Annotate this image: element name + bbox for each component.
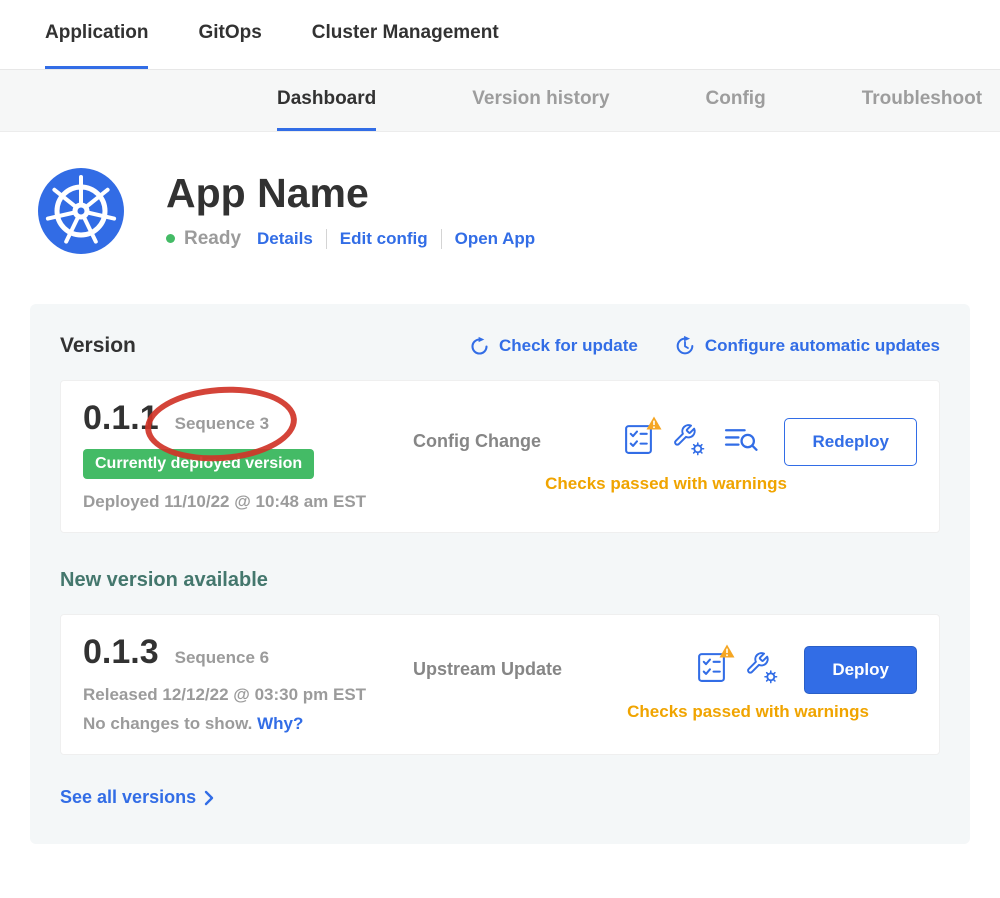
version-line: 0.1.1 Sequence 3 xyxy=(83,399,413,438)
tab-label: Version history xyxy=(472,88,609,110)
current-version-sequence: Sequence 3 xyxy=(175,414,270,434)
new-version-sequence: Sequence 6 xyxy=(175,648,270,668)
deploy-button[interactable]: Deploy xyxy=(804,646,917,694)
no-changes-label: No changes to show. xyxy=(83,714,252,733)
version-source-label: Config Change xyxy=(413,431,541,452)
sub-nav: Dashboard Version history Config Trouble… xyxy=(0,70,1000,132)
open-app-link[interactable]: Open App xyxy=(455,229,536,249)
check-icons-group xyxy=(696,651,778,689)
why-link[interactable]: Why? xyxy=(257,714,303,733)
list-search-icon[interactable] xyxy=(723,424,758,460)
deployed-timestamp: Deployed 11/10/22 @ 10:48 am EST xyxy=(83,492,413,512)
tab-config[interactable]: Config xyxy=(706,70,766,131)
panel-actions: Check for update Configure automatic upd… xyxy=(469,335,940,357)
check-for-update-label: Check for update xyxy=(499,336,638,356)
version-source-label: Upstream Update xyxy=(413,659,562,680)
current-version-number: 0.1.1 xyxy=(83,399,159,438)
version-line: 0.1.3 Sequence 6 xyxy=(83,633,413,672)
edit-config-link[interactable]: Edit config xyxy=(340,229,428,249)
new-version-actions: Upstream Update xyxy=(413,633,917,734)
current-version-card: 0.1.1 Sequence 3 Currently deployed vers… xyxy=(60,380,940,533)
nav-item-label: Application xyxy=(45,22,148,44)
tab-troubleshoot[interactable]: Troubleshoot xyxy=(862,70,982,131)
currently-deployed-badge: Currently deployed version xyxy=(83,449,314,479)
app-header-text: App Name Ready Details Edit config Open … xyxy=(166,172,535,249)
tab-label: Dashboard xyxy=(277,88,376,110)
wrench-gear-icon[interactable] xyxy=(745,651,778,689)
kubernetes-logo-icon xyxy=(38,168,124,254)
see-all-versions-label: See all versions xyxy=(60,787,196,808)
released-timestamp: Released 12/12/22 @ 03:30 pm EST xyxy=(83,685,413,705)
tab-label: Config xyxy=(706,88,766,110)
clock-refresh-icon xyxy=(674,335,696,357)
chevron-right-icon xyxy=(204,790,214,806)
nav-item-cluster-management[interactable]: Cluster Management xyxy=(312,0,499,69)
app-title: App Name xyxy=(166,172,535,215)
nav-item-gitops[interactable]: GitOps xyxy=(198,0,261,69)
version-panel-header: Version Check for update Configure au xyxy=(60,334,940,358)
current-version-info: 0.1.1 Sequence 3 Currently deployed vers… xyxy=(83,399,413,512)
status-dot-icon xyxy=(166,234,175,243)
see-all-versions-link[interactable]: See all versions xyxy=(60,787,214,808)
check-for-update-button[interactable]: Check for update xyxy=(469,335,638,357)
configure-auto-updates-button[interactable]: Configure automatic updates xyxy=(674,335,940,357)
warning-triangle-icon xyxy=(646,416,662,430)
refresh-icon xyxy=(469,336,490,357)
warning-triangle-icon xyxy=(719,644,735,658)
details-link[interactable]: Details xyxy=(257,229,313,249)
app-status-row: Ready Details Edit config Open App xyxy=(166,228,535,250)
divider xyxy=(326,229,327,249)
preflight-checklist-icon[interactable] xyxy=(623,423,654,461)
checks-status-text: Checks passed with warnings xyxy=(413,474,917,494)
preflight-checklist-icon[interactable] xyxy=(696,651,727,689)
new-version-card: 0.1.3 Sequence 6 Released 12/12/22 @ 03:… xyxy=(60,614,940,755)
version-panel: Version Check for update Configure au xyxy=(30,304,970,844)
tab-label: Troubleshoot xyxy=(862,88,982,110)
nav-item-label: GitOps xyxy=(198,22,261,44)
redeploy-button[interactable]: Redeploy xyxy=(784,418,917,466)
current-version-actions: Config Change xyxy=(413,399,917,512)
nav-item-application[interactable]: Application xyxy=(45,0,148,69)
top-nav: Application GitOps Cluster Management xyxy=(0,0,1000,70)
panel-title: Version xyxy=(60,334,136,358)
checks-status-text: Checks passed with warnings xyxy=(413,702,917,722)
status-text: Ready xyxy=(184,228,241,250)
tab-version-history[interactable]: Version history xyxy=(472,70,609,131)
new-version-heading: New version available xyxy=(60,569,940,592)
app-header: App Name Ready Details Edit config Open … xyxy=(0,132,1000,254)
nav-item-label: Cluster Management xyxy=(312,22,499,44)
new-version-number: 0.1.3 xyxy=(83,633,159,672)
divider xyxy=(441,229,442,249)
tab-dashboard[interactable]: Dashboard xyxy=(277,70,376,131)
wrench-gear-icon[interactable] xyxy=(672,423,705,461)
page: Application GitOps Cluster Management Da… xyxy=(0,0,1000,898)
configure-auto-updates-label: Configure automatic updates xyxy=(705,336,940,356)
no-changes-text: No changes to show. Why? xyxy=(83,714,413,734)
new-version-info: 0.1.3 Sequence 6 Released 12/12/22 @ 03:… xyxy=(83,633,413,734)
check-icons-group xyxy=(623,423,758,461)
